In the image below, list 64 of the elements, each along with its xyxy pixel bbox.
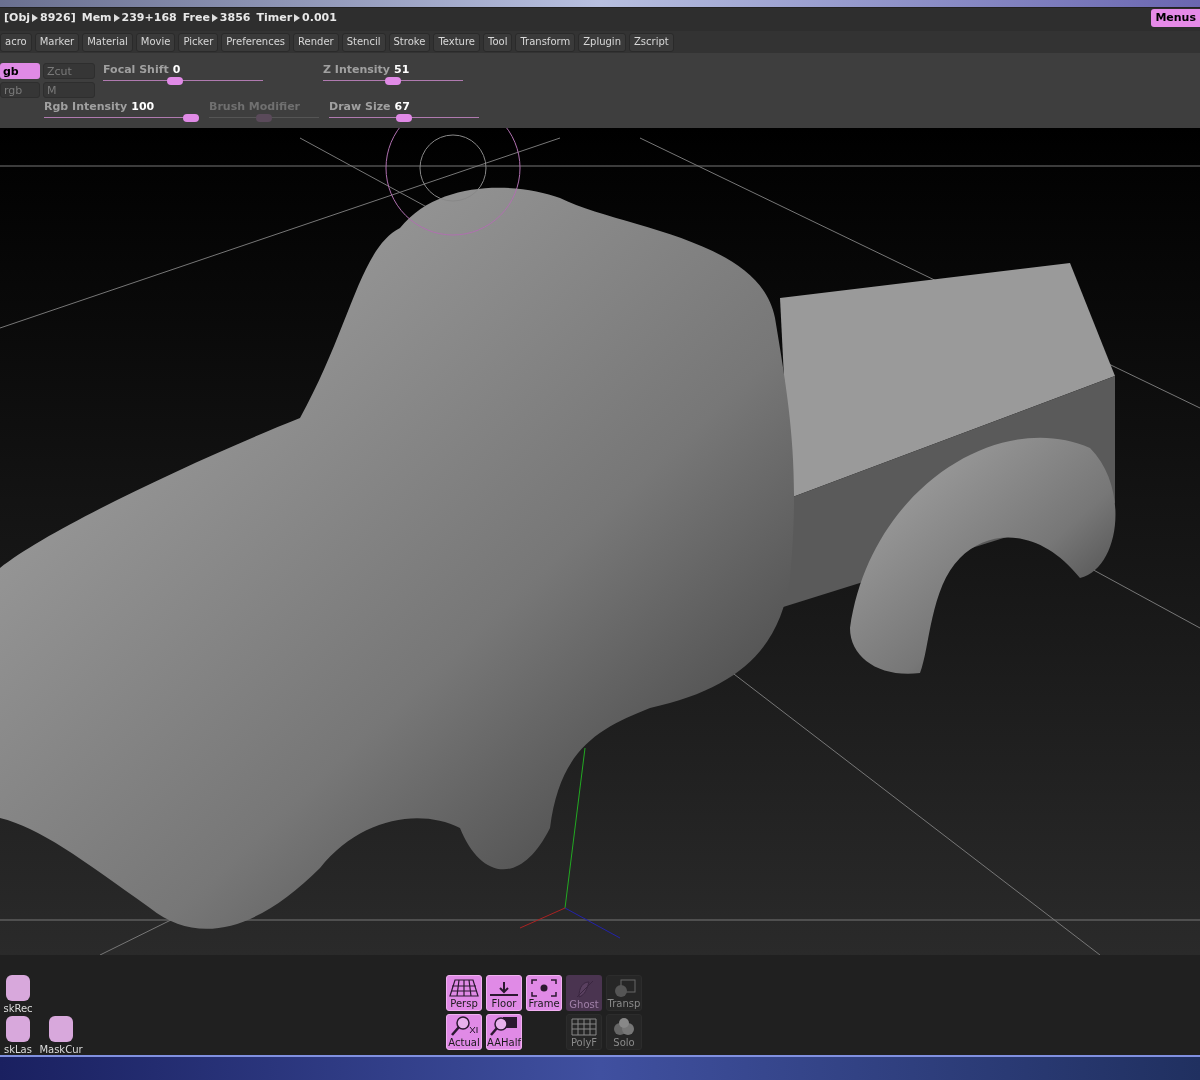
view-button[interactable]: Floor xyxy=(486,975,522,1011)
view-button[interactable]: Persp xyxy=(446,975,482,1011)
triangle-icon xyxy=(113,14,120,22)
mask-tool-button[interactable]: skRec xyxy=(0,975,36,1016)
slider-track[interactable] xyxy=(44,114,199,122)
view-button[interactable]: Actual xyxy=(446,1014,482,1050)
magnifier-icon xyxy=(489,1015,519,1037)
view-button[interactable]: Solo xyxy=(606,1014,642,1050)
view-button[interactable]: PolyF xyxy=(566,1014,602,1050)
slider-label: Rgb Intensity xyxy=(44,100,128,113)
slider-label: Focal Shift xyxy=(103,63,169,76)
status-value: 239+168 xyxy=(121,9,177,26)
menu-item[interactable]: Movie xyxy=(135,32,176,52)
slider-label: Draw Size xyxy=(329,100,391,113)
menu-item[interactable]: Transform xyxy=(515,32,576,52)
slider-value: 51 xyxy=(394,63,410,76)
slider-track[interactable] xyxy=(323,77,463,85)
polygon-grid-icon xyxy=(569,1017,599,1037)
slider-thumb[interactable] xyxy=(396,114,412,122)
slider-label: Z Intensity xyxy=(323,63,391,76)
status-label: Free xyxy=(182,9,210,26)
frame-icon xyxy=(529,978,559,998)
status-label: Timer xyxy=(256,9,293,26)
mask-tool-button[interactable]: MaskCur xyxy=(38,1016,84,1057)
slider-track[interactable] xyxy=(103,77,263,85)
slider-thumb[interactable] xyxy=(183,114,200,122)
triangle-icon xyxy=(32,14,39,22)
menu-item[interactable]: Render xyxy=(293,32,339,52)
slider-track[interactable] xyxy=(329,114,479,122)
menu-item[interactable]: Zplugin xyxy=(578,32,626,52)
grid-plane-icon xyxy=(449,978,479,998)
slider-value: 100 xyxy=(131,100,155,113)
slider-value: 0 xyxy=(172,63,181,76)
slider-value: 67 xyxy=(394,100,410,113)
menu-item[interactable]: Texture xyxy=(433,32,480,52)
mask-icon xyxy=(49,1016,73,1042)
mask-tool-button[interactable]: skLas xyxy=(0,1016,36,1057)
menu-item[interactable]: Picker xyxy=(178,32,219,52)
menu-item[interactable]: Zscript xyxy=(628,32,674,52)
view-button[interactable]: Transp xyxy=(606,975,642,1011)
menu-item[interactable]: Material xyxy=(82,32,133,52)
triangle-icon xyxy=(211,14,218,22)
menu-item[interactable]: Preferences xyxy=(221,32,291,52)
mask-icon xyxy=(6,1016,30,1042)
menus-button[interactable]: Menus xyxy=(1151,9,1200,27)
menu-item[interactable]: acro xyxy=(0,32,32,52)
shelf-button[interactable]: gb xyxy=(0,63,40,79)
triangle-icon xyxy=(294,14,301,22)
view-button[interactable]: AAHalf xyxy=(486,1014,522,1050)
status-label: [Obj xyxy=(4,9,31,26)
magnifier-icon xyxy=(449,1015,479,1037)
mask-icon xyxy=(6,975,30,1001)
menu-item[interactable]: Stencil xyxy=(341,32,386,52)
view-button[interactable]: Frame xyxy=(526,975,562,1011)
slider-thumb[interactable] xyxy=(167,77,183,85)
menu-item[interactable]: Stroke xyxy=(388,32,431,52)
status-value: 8926] xyxy=(40,9,76,26)
slider-track[interactable] xyxy=(209,114,319,122)
slider-thumb[interactable] xyxy=(385,77,401,85)
status-label: Mem xyxy=(81,9,112,26)
status-value: 0.001 xyxy=(302,9,337,26)
menu-item[interactable]: Tool xyxy=(483,32,513,52)
menu-item[interactable]: Marker xyxy=(34,32,80,52)
status-value: 3856 xyxy=(219,9,251,26)
